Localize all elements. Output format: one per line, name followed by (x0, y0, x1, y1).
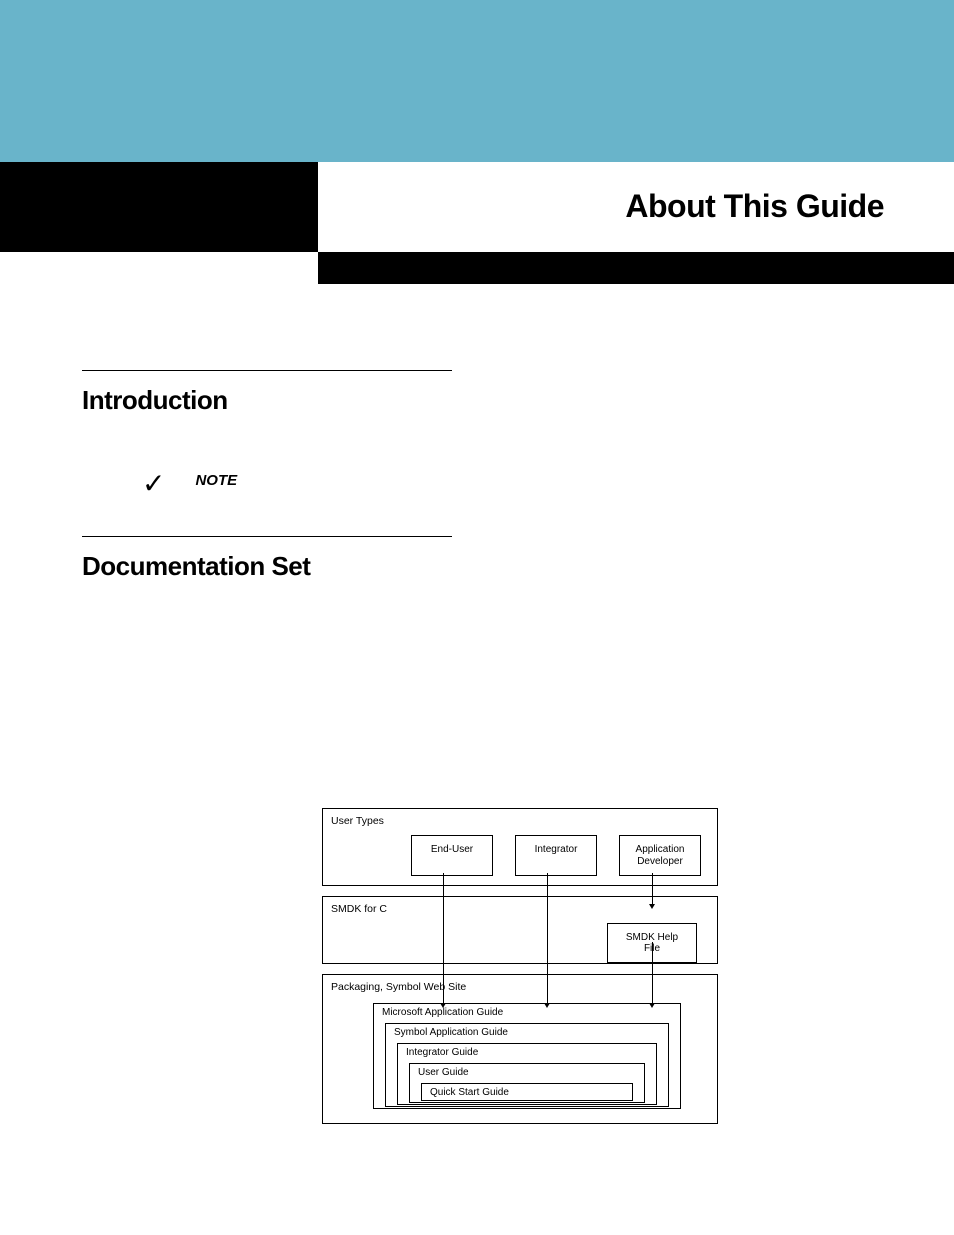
diagram-arrow-line (652, 942, 653, 1005)
diagram-group-smdk: SMDK for C SMDK Help File (322, 896, 718, 964)
diagram-user-row: End-User Integrator Application Develope… (411, 835, 709, 876)
page-title: About This Guide (625, 188, 884, 225)
section-heading-documentation-set: Documentation Set (82, 551, 882, 582)
diagram-arrow-line (652, 873, 653, 906)
diagram-arrowhead-icon (649, 1003, 655, 1008)
section-heading-introduction: Introduction (82, 385, 882, 416)
diagram-group-packaging: Packaging, Symbol Web Site Microsoft App… (322, 974, 718, 1124)
stack-label: Microsoft Application Guide (382, 1007, 503, 1018)
stack-label: Integrator Guide (406, 1047, 478, 1058)
diagram-box-end-user: End-User (411, 835, 493, 876)
checkmark-icon: ✓ (142, 470, 165, 498)
header-black-strip (318, 252, 954, 284)
diagram-stack: Microsoft Application Guide Symbol Appli… (331, 1001, 709, 1119)
diagram-arrow-line (547, 873, 548, 1005)
note-label: NOTE (195, 472, 237, 489)
diagram-box-app-developer: Application Developer (619, 835, 701, 876)
diagram-label-user-types: User Types (331, 815, 709, 827)
note-block: ✓ NOTE (82, 470, 882, 498)
content-area: Introduction ✓ NOTE Documentation Set (82, 370, 882, 582)
section-divider (82, 536, 452, 537)
section-divider (82, 370, 452, 371)
diagram-box-integrator: Integrator (515, 835, 597, 876)
header-black-left (0, 162, 318, 252)
stack-label: Symbol Application Guide (394, 1027, 508, 1038)
diagram-arrowhead-icon (649, 904, 655, 909)
top-banner (0, 0, 954, 162)
diagram-arrowhead-icon (440, 1003, 446, 1008)
diagram-arrow-line (443, 873, 444, 1005)
stack-label: Quick Start Guide (430, 1087, 509, 1098)
diagram-arrowhead-icon (544, 1003, 550, 1008)
diagram-stack-quick-start: Quick Start Guide (421, 1083, 633, 1101)
documentation-diagram: User Types End-User Integrator Applicati… (322, 808, 718, 1134)
diagram-group-user-types: User Types End-User Integrator Applicati… (322, 808, 718, 886)
stack-label: User Guide (418, 1067, 469, 1078)
section-documentation-set: Documentation Set (82, 536, 882, 582)
